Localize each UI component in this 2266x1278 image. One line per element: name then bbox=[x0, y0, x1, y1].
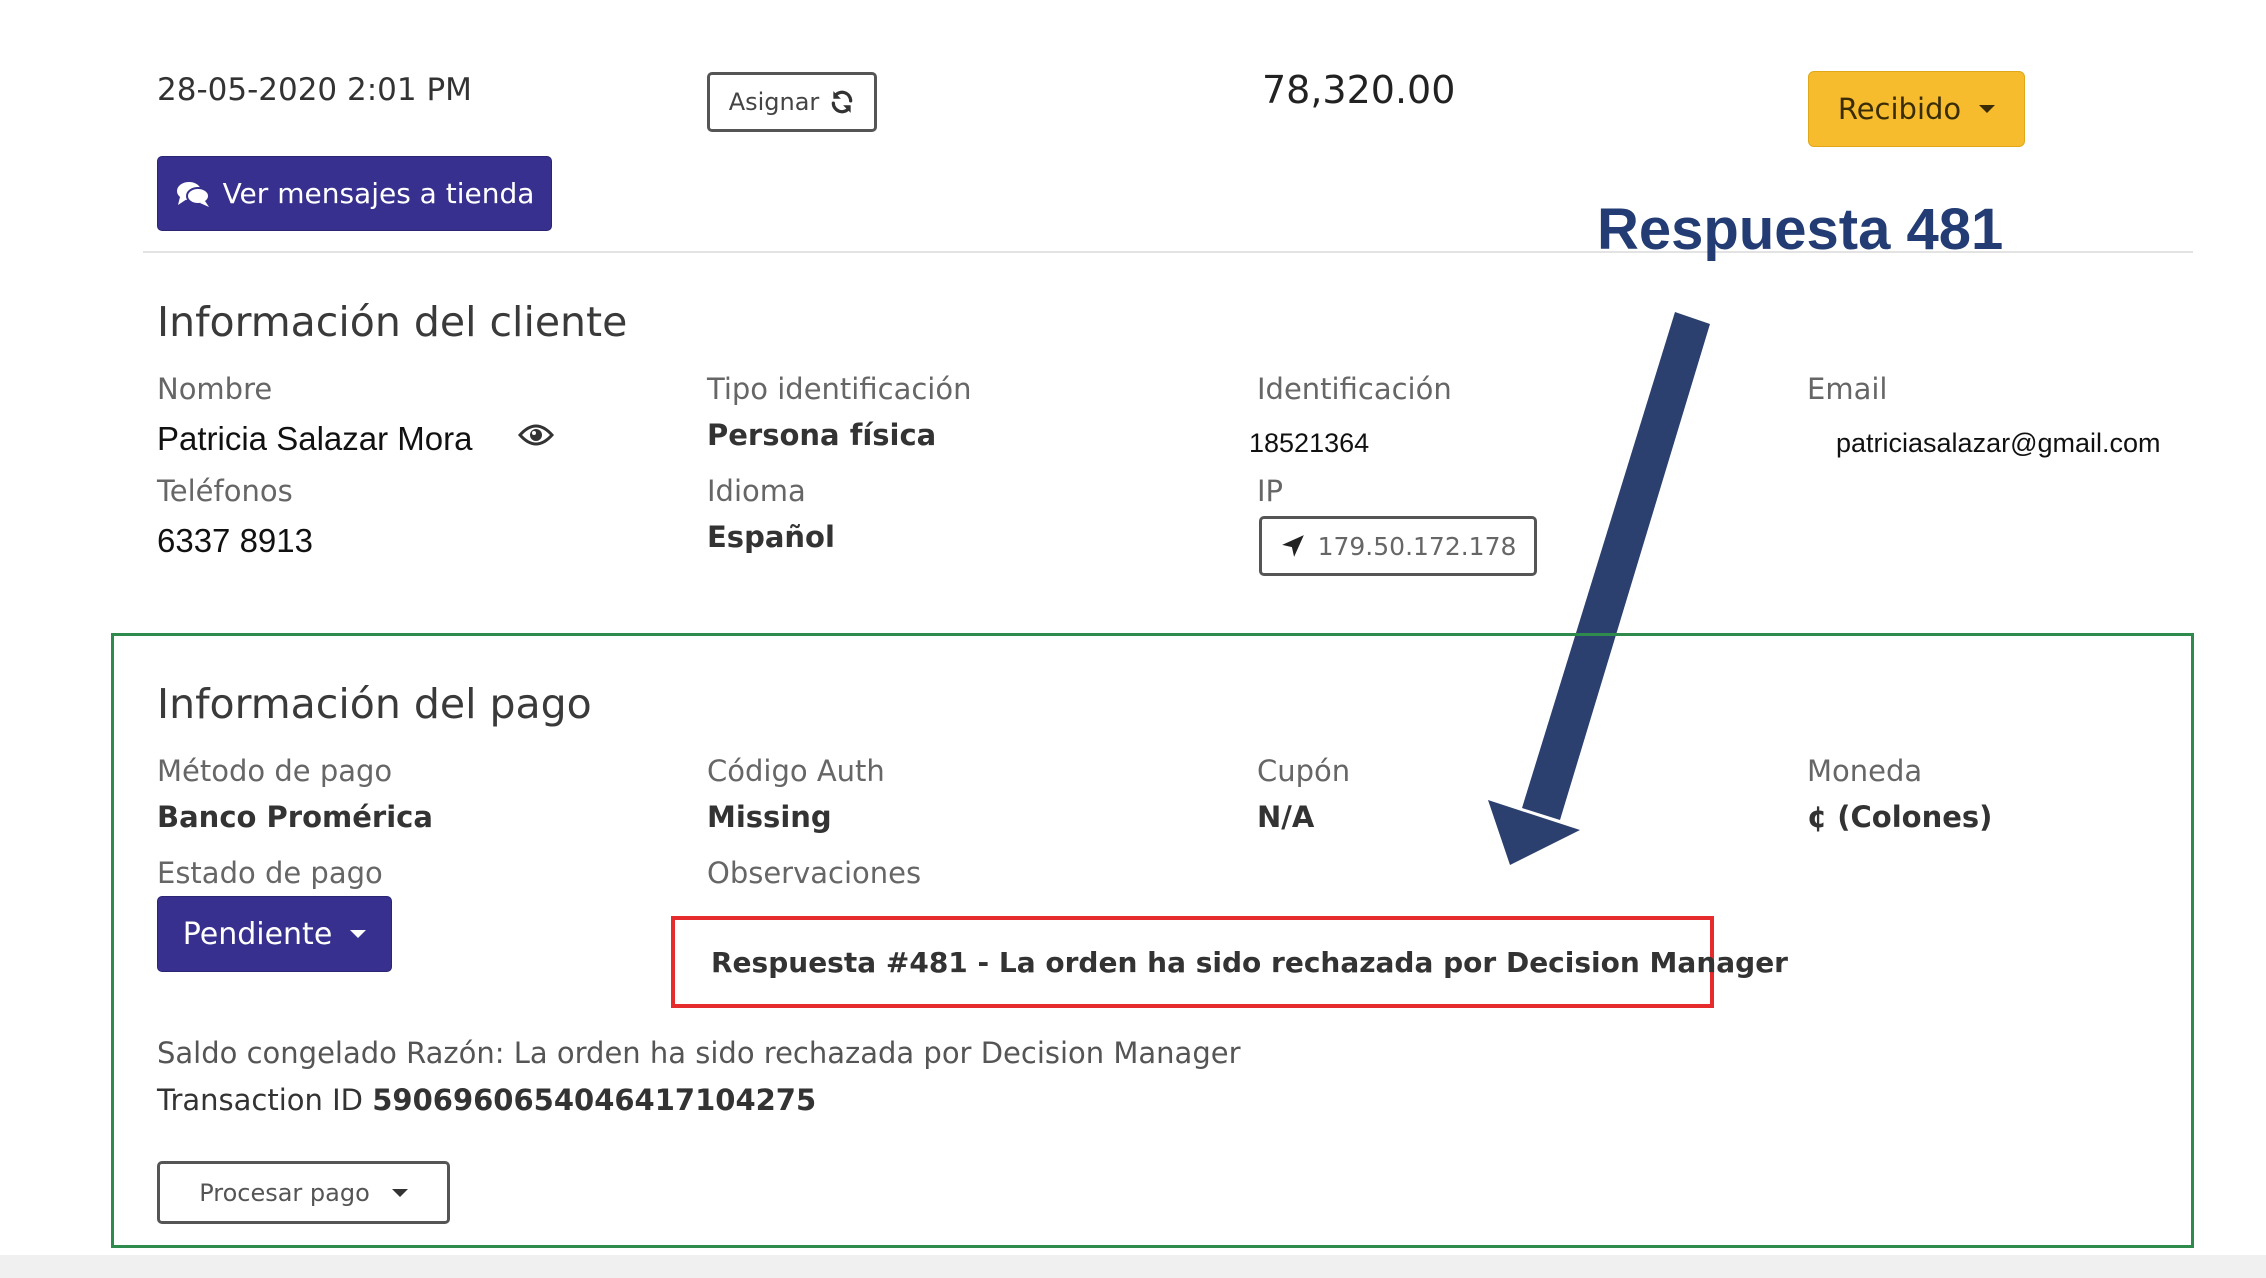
assign-button[interactable]: Asignar bbox=[707, 72, 877, 132]
order-status-label: Recibido bbox=[1837, 92, 1962, 126]
auth-code-label: Código Auth bbox=[707, 754, 885, 788]
ip-location-button[interactable]: 179.50.172.178 bbox=[1259, 516, 1537, 576]
id-type-value: Persona física bbox=[707, 418, 937, 452]
location-arrow-icon bbox=[1281, 535, 1304, 557]
bottom-strip bbox=[0, 1255, 2266, 1278]
auth-code-value: Missing bbox=[707, 800, 832, 834]
payment-status-dropdown[interactable]: Pendiente bbox=[157, 896, 392, 972]
currency-label: Moneda bbox=[1807, 754, 1923, 788]
name-label: Nombre bbox=[157, 372, 273, 406]
chevron-down-icon bbox=[350, 930, 367, 938]
order-status-dropdown[interactable]: Recibido bbox=[1808, 71, 2025, 147]
order-amount: 78,320.00 bbox=[1262, 68, 1456, 112]
id-type-label: Tipo identificación bbox=[707, 372, 972, 406]
language-value: Español bbox=[707, 520, 835, 554]
chevron-down-icon bbox=[1979, 105, 1996, 113]
payment-status-value: Pendiente bbox=[182, 916, 333, 952]
annotation-title: Respuesta 481 bbox=[1597, 197, 2004, 262]
client-section-title: Información del cliente bbox=[157, 298, 628, 346]
ip-label: IP bbox=[1257, 474, 1284, 508]
payment-method-label: Método de pago bbox=[157, 754, 393, 788]
coupon-label: Cupón bbox=[1257, 754, 1351, 788]
frozen-balance-reason: Saldo congelado Razón: La orden ha sido … bbox=[157, 1036, 1241, 1070]
identification-value: 18521364 bbox=[1249, 428, 1370, 458]
client-name: Patricia Salazar Mora bbox=[157, 420, 473, 457]
chevron-down-icon bbox=[391, 1188, 408, 1197]
observation-text: Respuesta #481 - La orden ha sido rechaz… bbox=[711, 945, 1788, 979]
process-payment-dropdown[interactable]: Procesar pago bbox=[157, 1161, 450, 1224]
transaction-id-label: Transaction ID bbox=[157, 1083, 364, 1117]
store-messages-button[interactable]: Ver mensajes a tienda bbox=[157, 156, 552, 231]
email-label: Email bbox=[1807, 372, 1888, 406]
phones-value: 6337 8913 bbox=[157, 522, 313, 559]
phones-label: Teléfonos bbox=[157, 474, 293, 508]
order-date: 28-05-2020 2:01 PM bbox=[157, 72, 472, 108]
store-messages-label: Ver mensajes a tienda bbox=[222, 177, 535, 210]
observations-label: Observaciones bbox=[707, 856, 922, 890]
ip-value: 179.50.172.178 bbox=[1317, 531, 1517, 561]
observation-highlight: Respuesta #481 - La orden ha sido rechaz… bbox=[671, 916, 1788, 1008]
process-payment-label: Procesar pago bbox=[199, 1178, 370, 1207]
eye-icon[interactable] bbox=[518, 422, 554, 448]
comments-icon bbox=[176, 181, 210, 207]
currency-value: ¢ (Colones) bbox=[1807, 800, 1993, 834]
identification-label: Identificación bbox=[1257, 372, 1452, 406]
refresh-icon bbox=[832, 90, 853, 114]
transaction-id-row: Transaction ID 5906960654046417104275 bbox=[157, 1083, 816, 1117]
assign-button-label: Asignar bbox=[728, 88, 820, 116]
language-label: Idioma bbox=[707, 474, 806, 508]
payment-status-label: Estado de pago bbox=[157, 856, 383, 890]
email-value: patriciasalazar@gmail.com bbox=[1836, 428, 2161, 458]
payment-section-title: Información del pago bbox=[157, 680, 592, 728]
payment-method-value: Banco Promérica bbox=[157, 800, 433, 834]
coupon-value: N/A bbox=[1257, 800, 1315, 834]
transaction-id-value: 5906960654046417104275 bbox=[372, 1083, 817, 1117]
